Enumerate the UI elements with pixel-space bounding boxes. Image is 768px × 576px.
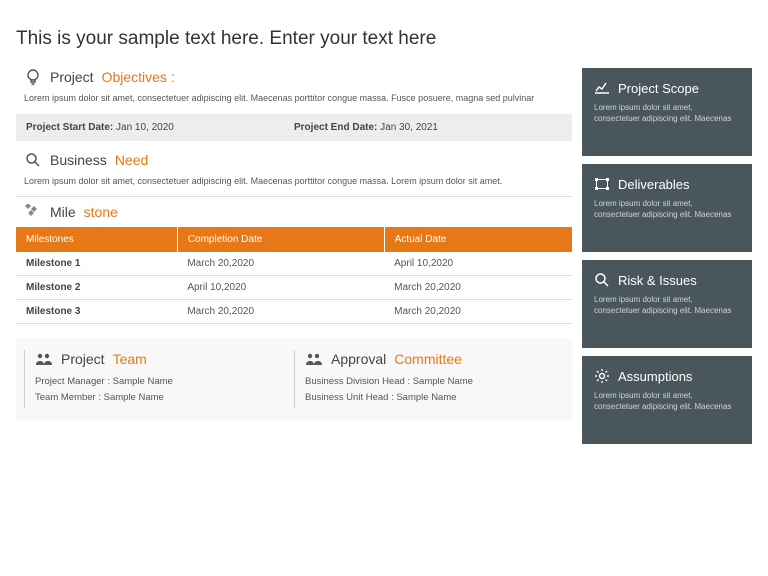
milestone-title-1: Mile	[50, 204, 76, 220]
approval-row: Business Unit Head : Sample Name	[305, 392, 564, 403]
people-icon	[305, 350, 323, 368]
bottom-row: Project Team Project Manager : Sample Na…	[16, 338, 572, 420]
cell: Milestone 3	[16, 300, 177, 324]
need-section: Business Need Lorem ipsum dolor sit amet…	[16, 151, 572, 189]
team-row: Project Manager : Sample Name	[35, 376, 294, 387]
need-body: Lorem ipsum dolor sit amet, consectetuer…	[16, 175, 572, 189]
need-title-1: Business	[50, 152, 107, 168]
card-heading: Assumptions	[594, 368, 740, 384]
card-body: Lorem ipsum dolor sit amet, consectetuer…	[594, 198, 740, 220]
card-title: Deliverables	[618, 177, 690, 192]
need-heading: Business Need	[24, 151, 572, 169]
search-icon	[594, 272, 610, 288]
objectives-heading: Project Objectives :	[24, 68, 572, 86]
card-title: Project Scope	[618, 81, 699, 96]
objectives-body: Lorem ipsum dolor sit amet, consectetuer…	[16, 92, 572, 106]
team-heading: Project Team	[35, 350, 294, 368]
flag-icon	[24, 203, 42, 221]
layout: Project Objectives : Lorem ipsum dolor s…	[16, 68, 752, 444]
approval-row: Business Division Head : Sample Name	[305, 376, 564, 387]
table-row: Milestone 1March 20,2020April 10,2020	[16, 252, 572, 276]
team-title-1: Project	[61, 351, 105, 367]
th-actual: Actual Date	[384, 227, 572, 252]
divider	[16, 196, 572, 197]
approval-title-2: Committee	[394, 351, 462, 367]
cell: Milestone 1	[16, 252, 177, 276]
milestone-table: Milestones Completion Date Actual Date M…	[16, 227, 572, 324]
card-heading: Project Scope	[594, 80, 740, 96]
nodes-icon	[594, 176, 610, 192]
people-icon	[35, 350, 53, 368]
table-header-row: Milestones Completion Date Actual Date	[16, 227, 572, 252]
card-heading: Deliverables	[594, 176, 740, 192]
table-row: Milestone 3March 20,2020March 20,2020	[16, 300, 572, 324]
team-title-2: Team	[113, 351, 147, 367]
milestone-title-2: stone	[84, 204, 118, 220]
card-assumptions: Assumptions Lorem ipsum dolor sit amet, …	[582, 356, 752, 444]
card-deliverables: Deliverables Lorem ipsum dolor sit amet,…	[582, 164, 752, 252]
cell: April 10,2020	[384, 252, 572, 276]
objectives-title-2: Objectives :	[102, 69, 175, 85]
end-date-value: Jan 30, 2021	[377, 122, 438, 133]
card-scope: Project Scope Lorem ipsum dolor sit amet…	[582, 68, 752, 156]
cell: March 20,2020	[177, 252, 384, 276]
side-column: Project Scope Lorem ipsum dolor sit amet…	[582, 68, 752, 444]
card-body: Lorem ipsum dolor sit amet, consectetuer…	[594, 294, 740, 316]
cell: Milestone 2	[16, 276, 177, 300]
start-date-value: Jan 10, 2020	[113, 122, 174, 133]
need-title-2: Need	[115, 152, 148, 168]
lightbulb-icon	[24, 68, 42, 86]
end-date: Project End Date: Jan 30, 2021	[294, 122, 562, 133]
start-date-label: Project Start Date:	[26, 122, 113, 133]
cell: March 20,2020	[384, 276, 572, 300]
search-icon	[24, 151, 42, 169]
approval-section: Approval Committee Business Division Hea…	[294, 350, 564, 408]
th-completion: Completion Date	[177, 227, 384, 252]
cell: March 20,2020	[384, 300, 572, 324]
card-title: Risk & Issues	[618, 273, 697, 288]
card-risk: Risk & Issues Lorem ipsum dolor sit amet…	[582, 260, 752, 348]
card-heading: Risk & Issues	[594, 272, 740, 288]
end-date-label: Project End Date:	[294, 122, 377, 133]
main-column: Project Objectives : Lorem ipsum dolor s…	[16, 68, 572, 444]
cell: April 10,2020	[177, 276, 384, 300]
objectives-section: Project Objectives : Lorem ipsum dolor s…	[16, 68, 572, 106]
th-milestones: Milestones	[16, 227, 177, 252]
date-bar: Project Start Date: Jan 10, 2020 Project…	[16, 114, 572, 141]
cell: March 20,2020	[177, 300, 384, 324]
gear-icon	[594, 368, 610, 384]
milestone-heading: Mile stone	[24, 203, 572, 221]
start-date: Project Start Date: Jan 10, 2020	[26, 122, 294, 133]
chart-icon	[594, 80, 610, 96]
milestone-section: Mile stone Milestones Completion Date Act…	[16, 203, 572, 324]
table-row: Milestone 2April 10,2020March 20,2020	[16, 276, 572, 300]
page-title: This is your sample text here. Enter you…	[16, 28, 752, 50]
card-title: Assumptions	[618, 369, 692, 384]
team-row: Team Member : Sample Name	[35, 392, 294, 403]
approval-title-1: Approval	[331, 351, 386, 367]
approval-heading: Approval Committee	[305, 350, 564, 368]
objectives-title-1: Project	[50, 69, 94, 85]
card-body: Lorem ipsum dolor sit amet, consectetuer…	[594, 390, 740, 412]
card-body: Lorem ipsum dolor sit amet, consectetuer…	[594, 102, 740, 124]
team-section: Project Team Project Manager : Sample Na…	[24, 350, 294, 408]
